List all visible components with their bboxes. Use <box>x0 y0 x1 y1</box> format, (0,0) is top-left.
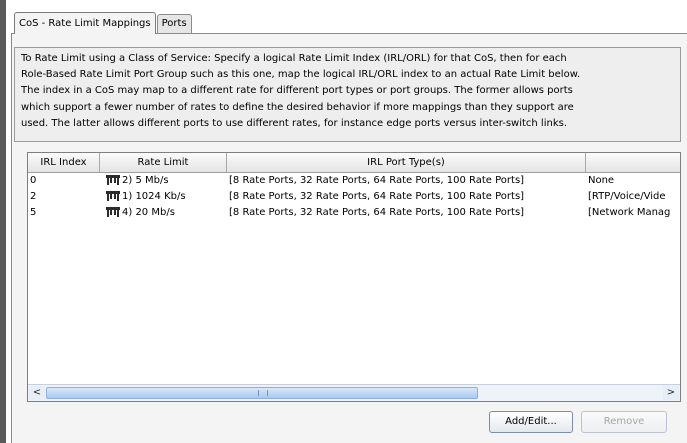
tab-cos-rate-limit-mappings[interactable]: CoS - Rate Limit Mappings <box>14 12 156 34</box>
add-edit-button[interactable]: Add/Edit... <box>489 411 573 433</box>
extra-cell: None <box>588 175 615 186</box>
irl-index-cell: 0 <box>30 175 37 186</box>
irl-index-cell: 5 <box>30 207 37 218</box>
rate-limit-icon <box>106 174 120 185</box>
rate-limit-icon <box>106 206 120 217</box>
extra-cell: [Network Manag <box>588 207 671 218</box>
window-edge <box>0 0 6 443</box>
rate-limit-label: 1) 1024 Kb/s <box>122 191 186 202</box>
rate-limit-mappings-table: IRL Index Rate Limit IRL Port Type(s) 0 … <box>27 152 681 402</box>
rate-limit-label: 2) 5 Mb/s <box>122 175 169 186</box>
scrollbar-thumb[interactable] <box>46 387 478 399</box>
remove-button[interactable]: Remove <box>581 411 667 433</box>
table-row[interactable]: 5 4) 20 Mb/s [8 Rate Ports, 32 Rate Port… <box>28 205 680 221</box>
port-types-cell: [8 Rate Ports, 32 Rate Ports, 64 Rate Po… <box>229 175 525 186</box>
tab-bar: CoS - Rate Limit Mappings Ports <box>14 11 193 34</box>
column-header-irl-port-types[interactable]: IRL Port Type(s) <box>227 153 586 172</box>
scroll-left-button[interactable]: < <box>29 386 45 400</box>
rate-limit-cell: 2) 5 Mb/s <box>100 173 227 189</box>
column-header-rate-limit[interactable]: Rate Limit <box>100 153 227 172</box>
irl-index-cell: 2 <box>30 191 37 202</box>
port-types-cell: [8 Rate Ports, 32 Rate Ports, 64 Rate Po… <box>229 191 525 202</box>
description-text: To Rate Limit using a Class of Service: … <box>14 47 681 142</box>
table-header: IRL Index Rate Limit IRL Port Type(s) <box>28 153 680 173</box>
table-row[interactable]: 0 2) 5 Mb/s [8 Rate Ports, 32 Rate Ports… <box>28 173 680 189</box>
table-row[interactable]: 2 1) 1024 Kb/s [8 Rate Ports, 32 Rate Po… <box>28 189 680 205</box>
rate-limit-label: 4) 20 Mb/s <box>122 207 175 218</box>
scroll-right-button[interactable]: > <box>663 386 679 400</box>
horizontal-scrollbar[interactable]: < > <box>28 384 680 401</box>
rate-limit-cell: 1) 1024 Kb/s <box>100 189 227 205</box>
extra-cell: [RTP/Voice/Vide <box>588 191 666 202</box>
rate-limit-cell: 4) 20 Mb/s <box>100 205 227 221</box>
scrollbar-grip-icon <box>258 390 268 396</box>
port-types-cell: [8 Rate Ports, 32 Rate Ports, 64 Rate Po… <box>229 207 525 218</box>
column-header-irl-index[interactable]: IRL Index <box>28 153 100 172</box>
table-body: 0 2) 5 Mb/s [8 Rate Ports, 32 Rate Ports… <box>28 173 680 221</box>
rate-limit-icon <box>106 190 120 201</box>
tab-ports[interactable]: Ports <box>156 14 192 33</box>
column-header-extra[interactable] <box>586 153 680 172</box>
